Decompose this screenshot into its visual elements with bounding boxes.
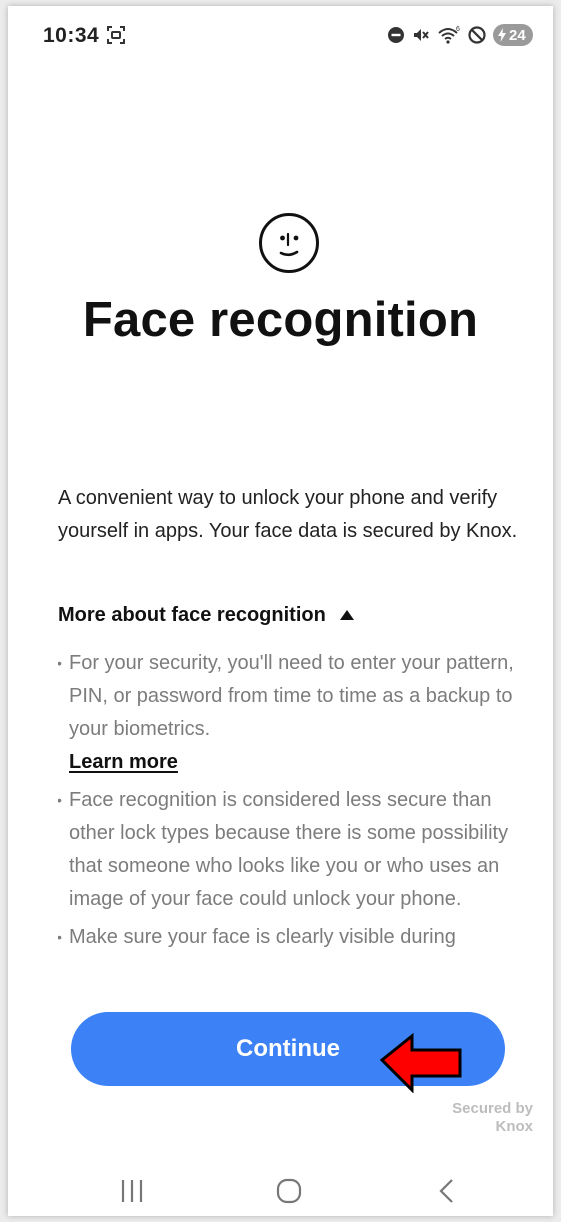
list-item: Make sure your face is clearly visible d… xyxy=(58,921,528,954)
knox-line: Knox xyxy=(495,1118,534,1135)
navigation-bar xyxy=(8,1161,553,1216)
back-button[interactable] xyxy=(427,1175,467,1207)
wifi-6-icon: 6 xyxy=(437,25,461,45)
blocked-icon xyxy=(467,25,487,45)
vibrate-mute-icon xyxy=(411,25,431,45)
smiley-face-icon xyxy=(258,212,320,274)
more-about-label: More about face recognition xyxy=(58,604,326,626)
secured-line: Secured by xyxy=(452,1100,533,1117)
intro-text: A convenient way to unlock your phone an… xyxy=(58,487,518,542)
svg-text:6: 6 xyxy=(456,26,460,33)
list-item: For your security, you'll need to enter … xyxy=(58,647,528,779)
back-icon xyxy=(439,1179,453,1203)
learn-more-link[interactable]: Learn more xyxy=(69,746,528,779)
home-icon xyxy=(276,1178,302,1204)
phone-screen: 10:34 6 24 Face recognition A convenient… xyxy=(8,6,553,1216)
bullet-text: Make sure your face is clearly visible d… xyxy=(69,926,456,948)
recent-apps-button[interactable] xyxy=(112,1175,152,1207)
bullet-text: For your security, you'll need to enter … xyxy=(69,652,514,740)
more-about-toggle[interactable]: More about face recognition xyxy=(58,604,354,627)
caret-up-icon xyxy=(339,609,354,620)
battery-charging-icon xyxy=(498,28,506,42)
list-item: Face recognition is considered less secu… xyxy=(58,784,528,916)
home-button[interactable] xyxy=(269,1175,309,1207)
secured-by-knox: Secured by Knox xyxy=(452,1100,533,1136)
battery-indicator: 24 xyxy=(493,24,533,46)
status-bar: 10:34 6 24 xyxy=(8,6,553,64)
page-title: Face recognition xyxy=(82,293,479,347)
battery-level: 24 xyxy=(509,26,526,44)
recent-apps-icon xyxy=(121,1180,143,1202)
red-arrow-annotation xyxy=(378,1032,464,1094)
more-about-list: For your security, you'll need to enter … xyxy=(58,647,528,983)
status-time: 10:34 xyxy=(43,24,100,47)
do-not-disturb-icon xyxy=(387,26,405,44)
screen-capture-icon xyxy=(106,25,126,45)
status-icons: 6 24 xyxy=(387,23,533,47)
bullet-text: Face recognition is considered less secu… xyxy=(69,789,509,910)
